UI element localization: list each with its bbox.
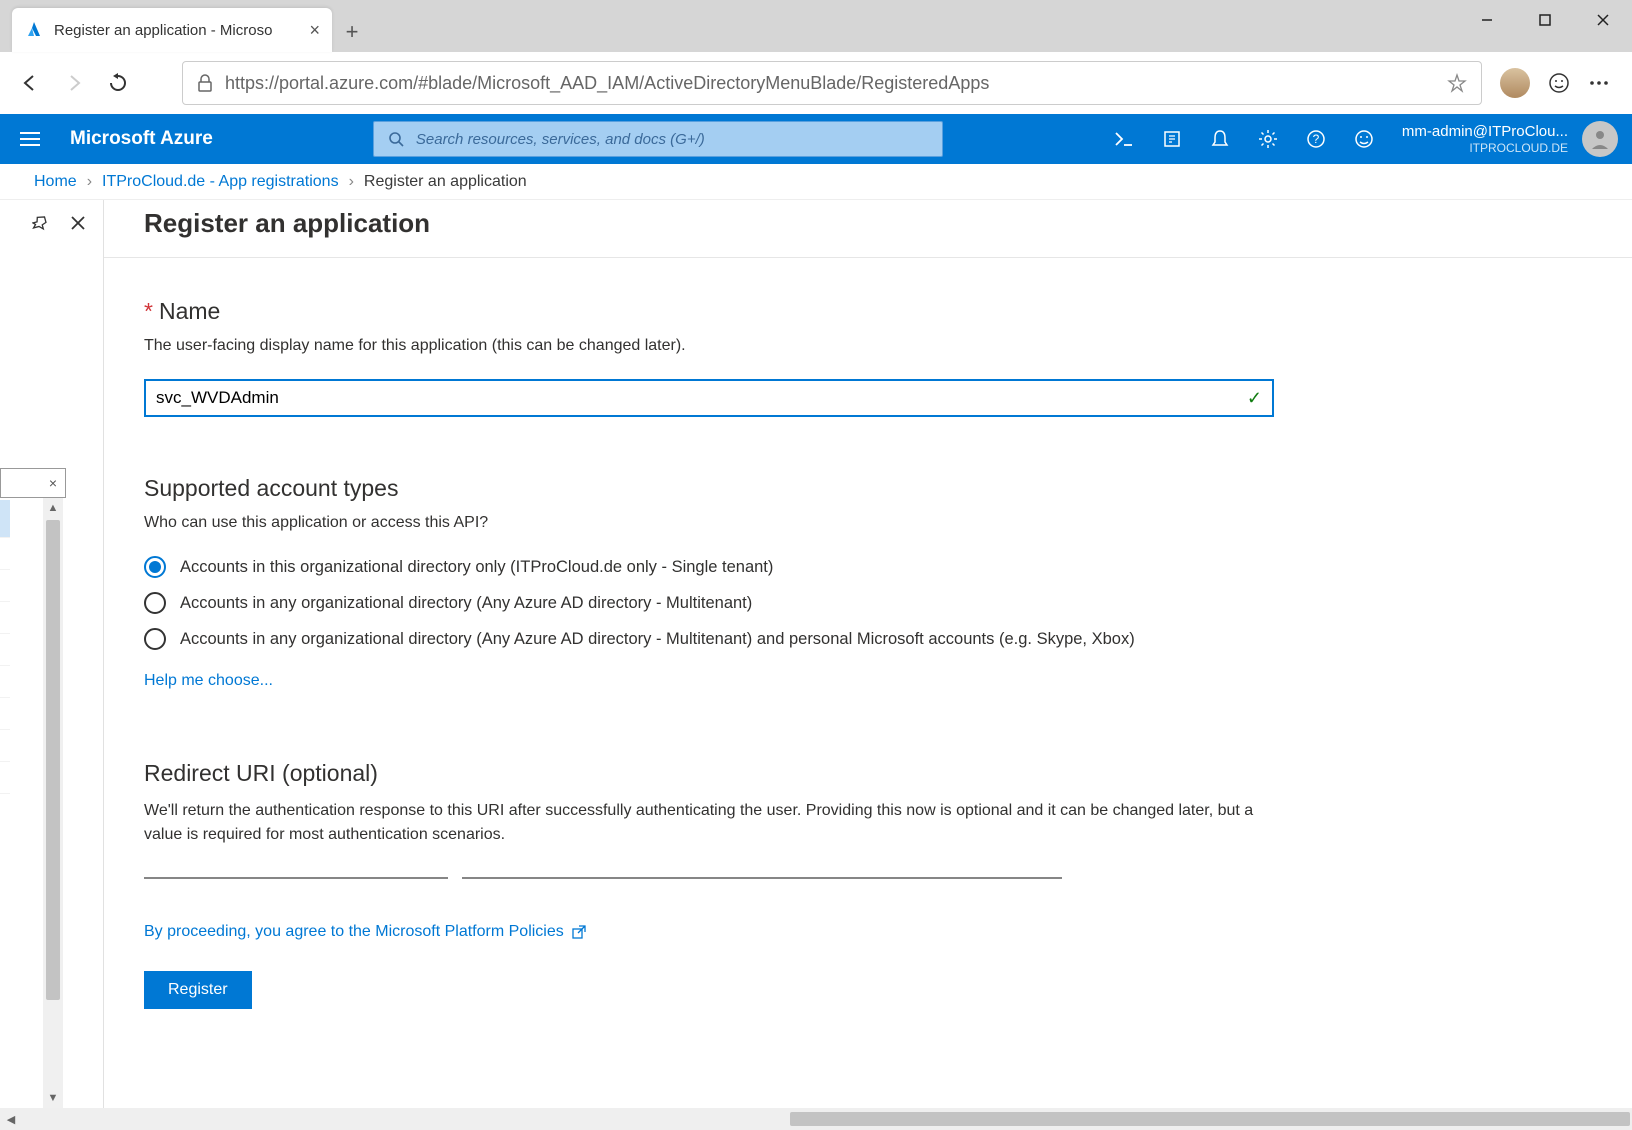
sidebar-item[interactable] (0, 698, 10, 730)
sidebar-item[interactable] (0, 730, 10, 762)
profile-avatar-icon[interactable] (1500, 68, 1530, 98)
chevron-right-icon: › (349, 173, 354, 191)
account-types-heading: Supported account types (144, 475, 1364, 502)
new-tab-button[interactable]: + (332, 12, 372, 52)
account-info[interactable]: mm-admin@ITProClou... ITPROCLOUD.DE (1388, 123, 1582, 155)
azure-favicon-icon (24, 20, 44, 40)
name-text-field[interactable] (156, 388, 1247, 408)
chevron-right-icon: › (87, 173, 92, 191)
help-me-choose-link[interactable]: Help me choose... (144, 672, 1364, 690)
cloud-shell-button[interactable] (1100, 114, 1148, 164)
refresh-button[interactable] (100, 65, 136, 101)
feedback-button[interactable] (1340, 114, 1388, 164)
tab-close-icon[interactable]: × (309, 20, 320, 41)
sidebar-nav-strip (0, 500, 10, 820)
favorite-star-icon[interactable] (1447, 73, 1467, 93)
directory-filter-button[interactable] (1148, 114, 1196, 164)
pin-icon[interactable] (32, 214, 50, 232)
sidebar-item[interactable] (0, 538, 10, 570)
azure-brand[interactable]: Microsoft Azure (60, 128, 223, 150)
feedback-smiley-icon[interactable] (1548, 72, 1570, 94)
tab-title: Register an application - Microso (54, 22, 299, 39)
left-sidebar: × ▲ ▼ (0, 200, 104, 1108)
radio-selected-icon[interactable] (144, 556, 166, 578)
sidebar-item[interactable] (0, 666, 10, 698)
account-type-option-multitenant-personal[interactable]: Accounts in any organizational directory… (144, 628, 1364, 650)
scroll-up-arrow-icon[interactable]: ▲ (48, 498, 59, 518)
search-icon (388, 131, 404, 147)
horizontal-scrollbar[interactable]: ◀ ▶ (0, 1108, 1632, 1130)
forward-button[interactable] (56, 65, 92, 101)
radio-label: Accounts in this organizational director… (180, 558, 773, 577)
sidebar-item[interactable] (0, 570, 10, 602)
scroll-left-arrow-icon[interactable]: ◀ (0, 1113, 22, 1126)
browser-tab[interactable]: Register an application - Microso × (12, 8, 332, 52)
register-button[interactable]: Register (144, 971, 252, 1009)
h-scroll-thumb[interactable] (790, 1112, 1630, 1126)
external-link-icon (572, 925, 586, 939)
account-email: mm-admin@ITProClou... (1402, 123, 1568, 141)
svg-text:?: ? (1313, 132, 1320, 146)
platform-policies-link[interactable]: By proceeding, you agree to the Microsof… (144, 923, 1364, 941)
search-placeholder: Search resources, services, and docs (G+… (416, 131, 705, 148)
radio-icon[interactable] (144, 628, 166, 650)
scroll-down-arrow-icon[interactable]: ▼ (48, 1088, 59, 1108)
sidebar-scrollbar[interactable]: ▲ ▼ (43, 498, 63, 1108)
back-button[interactable] (12, 65, 48, 101)
radio-icon[interactable] (144, 592, 166, 614)
name-hint: The user-facing display name for this ap… (144, 337, 1364, 355)
redirect-uri-hint: We'll return the authentication response… (144, 799, 1274, 847)
window-minimize-button[interactable] (1458, 0, 1516, 40)
name-section-heading: *Name (144, 298, 1364, 325)
notifications-button[interactable] (1196, 114, 1244, 164)
window-maximize-button[interactable] (1516, 0, 1574, 40)
browser-chrome: Register an application - Microso × + ht… (0, 0, 1632, 114)
sidebar-item-selected[interactable] (0, 500, 10, 538)
portal-menu-button[interactable] (0, 131, 60, 147)
window-close-button[interactable] (1574, 0, 1632, 40)
sidebar-item[interactable] (0, 634, 10, 666)
blade-main: Register an application *Name The user-f… (104, 200, 1632, 1108)
name-input[interactable]: ✓ (144, 379, 1274, 417)
account-types-hint: Who can use this application or access t… (144, 514, 1364, 532)
breadcrumb-home[interactable]: Home (34, 173, 77, 191)
redirect-uri-heading: Redirect URI (optional) (144, 760, 1364, 787)
azure-top-bar: Microsoft Azure Search resources, servic… (0, 114, 1632, 164)
radio-label: Accounts in any organizational directory… (180, 630, 1135, 649)
global-search-input[interactable]: Search resources, services, and docs (G+… (373, 121, 943, 157)
sidebar-item[interactable] (0, 602, 10, 634)
sidebar-item[interactable] (0, 762, 10, 794)
redirect-inputs-divider (144, 877, 1364, 879)
account-type-option-multitenant[interactable]: Accounts in any organizational directory… (144, 592, 1364, 614)
validation-check-icon: ✓ (1247, 388, 1262, 409)
settings-gear-button[interactable] (1244, 114, 1292, 164)
address-bar[interactable]: https://portal.azure.com/#blade/Microsof… (182, 61, 1482, 105)
sidebar-search-clear[interactable]: × (0, 468, 66, 498)
account-avatar-icon[interactable] (1582, 121, 1618, 157)
browser-nav-bar: https://portal.azure.com/#blade/Microsof… (0, 52, 1632, 114)
radio-label: Accounts in any organizational directory… (180, 594, 752, 613)
account-type-option-single-tenant[interactable]: Accounts in this organizational director… (144, 556, 1364, 578)
help-button[interactable]: ? (1292, 114, 1340, 164)
scroll-thumb[interactable] (46, 520, 60, 1000)
browser-menu-icon[interactable] (1588, 72, 1610, 94)
lock-icon (197, 74, 213, 92)
breadcrumb-app-registrations[interactable]: ITProCloud.de - App registrations (102, 173, 339, 191)
breadcrumb-current: Register an application (364, 173, 527, 191)
account-tenant: ITPROCLOUD.DE (1402, 141, 1568, 155)
close-blade-icon[interactable] (70, 215, 86, 231)
breadcrumb: Home › ITProCloud.de - App registrations… (0, 164, 1632, 200)
blade-title: Register an application (104, 208, 1632, 258)
url-text: https://portal.azure.com/#blade/Microsof… (225, 73, 1435, 94)
